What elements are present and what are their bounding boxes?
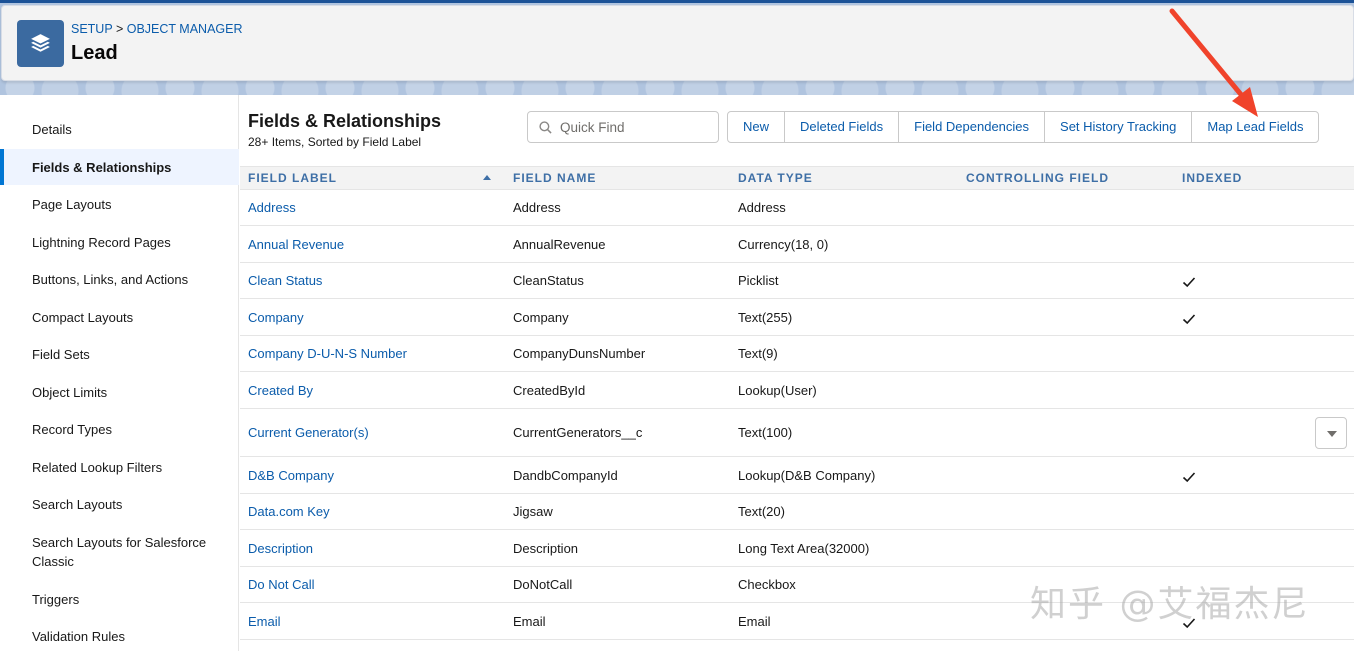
field-name-cell: Description <box>513 541 579 556</box>
field-name-cell: DoNotCall <box>513 577 573 592</box>
sidebar-item-compact-layouts[interactable]: Compact Layouts <box>0 308 239 327</box>
table-row: Address Address Address <box>240 190 1354 226</box>
field-label-link[interactable]: Company <box>248 310 304 325</box>
data-type-cell: Lookup(D&B Company) <box>738 468 876 483</box>
data-type-cell: Picklist <box>738 273 779 288</box>
sidebar-item-validation-rules[interactable]: Validation Rules <box>0 627 239 646</box>
search-icon <box>539 121 552 134</box>
data-type-cell: Text(9) <box>738 346 778 361</box>
stacked-layers-icon <box>17 20 64 67</box>
sidebar-item-related-lookup-filters[interactable]: Related Lookup Filters <box>0 458 239 477</box>
field-label-link[interactable]: Description <box>248 541 313 556</box>
field-label-link[interactable]: Created By <box>248 383 313 398</box>
indexed-check-icon <box>1182 277 1196 288</box>
object-sidebar: Details Fields & Relationships Page Layo… <box>0 95 239 651</box>
field-label-link[interactable]: Annual Revenue <box>248 237 344 252</box>
row-actions-menu-button[interactable] <box>1315 417 1347 449</box>
field-name-cell: CompanyDunsNumber <box>513 346 646 361</box>
field-label-link[interactable]: Address <box>248 200 296 215</box>
indexed-check-icon <box>1182 314 1196 325</box>
field-label-link[interactable]: Data.com Key <box>248 504 330 519</box>
watermark-text: 知乎 @艾福杰尼 <box>1030 584 1310 625</box>
column-header-field-name[interactable]: FIELD NAME <box>513 171 596 185</box>
data-type-cell: Checkbox <box>738 577 796 592</box>
table-row: Company Company Text(255) <box>240 299 1354 336</box>
table-row: D&B Company DandbCompanyId Lookup(D&B Comp… <box>240 457 1354 494</box>
table-row: Current Generator(s) CurrentGenerators__c… <box>240 409 1354 457</box>
breadcrumb-object-manager[interactable]: OBJECT MANAGER <box>127 22 243 36</box>
sidebar-item-fields-relationships[interactable]: Fields & Relationships <box>0 149 239 185</box>
sidebar-item-page-layouts[interactable]: Page Layouts <box>0 195 239 214</box>
column-header-data-type[interactable]: DATA TYPE <box>738 171 813 185</box>
table-row: Clean Status CleanStatus Picklist <box>240 263 1354 299</box>
table-header: FIELD LABEL FIELD NAME DATA TYPE CONTROL… <box>240 166 1354 190</box>
field-label-link[interactable]: Clean Status <box>248 273 322 288</box>
column-header-controlling-field[interactable]: CONTROLLING FIELD <box>966 171 1109 185</box>
field-name-cell: AnnualRevenue <box>513 237 606 252</box>
sidebar-item-triggers[interactable]: Triggers <box>0 590 239 609</box>
sidebar-item-record-types[interactable]: Record Types <box>0 420 239 439</box>
data-type-cell: Email <box>738 614 771 629</box>
field-label-link[interactable]: Company D-U-N-S Number <box>248 346 407 361</box>
section-title: Fields & Relationships <box>248 111 442 131</box>
field-label-link[interactable]: Do Not Call <box>248 577 314 592</box>
field-dependencies-button[interactable]: Field Dependencies <box>898 111 1046 143</box>
sort-ascending-icon[interactable] <box>483 175 491 180</box>
chevron-down-icon <box>1327 431 1337 437</box>
quick-find-input[interactable] <box>560 117 710 137</box>
fields-content: Fields & Relationships 28+ Items, Sorted… <box>240 95 1354 651</box>
sidebar-item-details[interactable]: Details <box>0 120 239 139</box>
field-name-cell: CreatedById <box>513 383 586 398</box>
data-type-cell: Long Text Area(32000) <box>738 541 870 556</box>
main-panel: Details Fields & Relationships Page Layo… <box>0 95 1354 651</box>
column-header-indexed[interactable]: INDEXED <box>1182 171 1242 185</box>
table-row: Data.com Key Jigsaw Text(20) <box>240 494 1354 530</box>
page-header: SETUP > OBJECT MANAGER Lead <box>1 5 1354 81</box>
data-type-cell: Currency(18, 0) <box>738 237 829 252</box>
page-title: Lead <box>71 42 118 64</box>
column-header-field-label[interactable]: FIELD LABEL <box>248 171 337 185</box>
data-type-cell: Text(100) <box>738 425 793 440</box>
sidebar-item-field-sets[interactable]: Field Sets <box>0 345 239 364</box>
sidebar-item-buttons-links-actions[interactable]: Buttons, Links, and Actions <box>0 270 239 289</box>
sidebar-item-lightning-record-pages[interactable]: Lightning Record Pages <box>0 233 239 252</box>
table-row: Created By CreatedById Lookup(User) <box>240 372 1354 409</box>
field-name-cell: CleanStatus <box>513 273 584 288</box>
indexed-check-icon <box>1182 472 1196 483</box>
new-button[interactable]: New <box>727 111 786 143</box>
data-type-cell: Text(20) <box>738 504 785 519</box>
sidebar-item-object-limits[interactable]: Object Limits <box>0 383 239 402</box>
field-name-cell: Address <box>513 200 561 215</box>
data-type-cell: Text(255) <box>738 310 793 325</box>
field-name-cell: DandbCompanyId <box>513 468 618 483</box>
breadcrumb-separator: > <box>115 22 124 36</box>
section-subtitle: 28+ Items, Sorted by Field Label <box>248 135 422 149</box>
field-name-cell: CurrentGenerators__c <box>513 425 643 440</box>
breadcrumb: SETUP > OBJECT MANAGER <box>71 22 243 36</box>
deleted-fields-button[interactable]: Deleted Fields <box>784 111 900 143</box>
breadcrumb-setup[interactable]: SETUP <box>71 22 112 36</box>
field-name-cell: Email <box>513 614 546 629</box>
sidebar-item-search-layouts[interactable]: Search Layouts <box>0 495 239 514</box>
field-label-link[interactable]: D&B Company <box>248 468 334 483</box>
data-type-cell: Address <box>738 200 786 215</box>
annotation-arrow-icon <box>1169 8 1258 117</box>
quick-find-box <box>527 111 719 143</box>
table-row: Annual Revenue AnnualRevenue Currency(18, … <box>240 226 1354 263</box>
field-name-cell: Company <box>513 310 569 325</box>
data-type-cell: Lookup(User) <box>738 383 817 398</box>
table-row: Description Description Long Text Area(320… <box>240 530 1354 567</box>
sidebar-item-search-layouts-classic[interactable]: Search Layouts for Salesforce Classic <box>0 533 220 571</box>
field-label-link[interactable]: Current Generator(s) <box>248 425 369 440</box>
table-row: Company D-U-N-S Number CompanyDunsNumber T… <box>240 336 1354 372</box>
field-name-cell: Jigsaw <box>513 504 553 519</box>
field-label-link[interactable]: Email <box>248 614 281 629</box>
